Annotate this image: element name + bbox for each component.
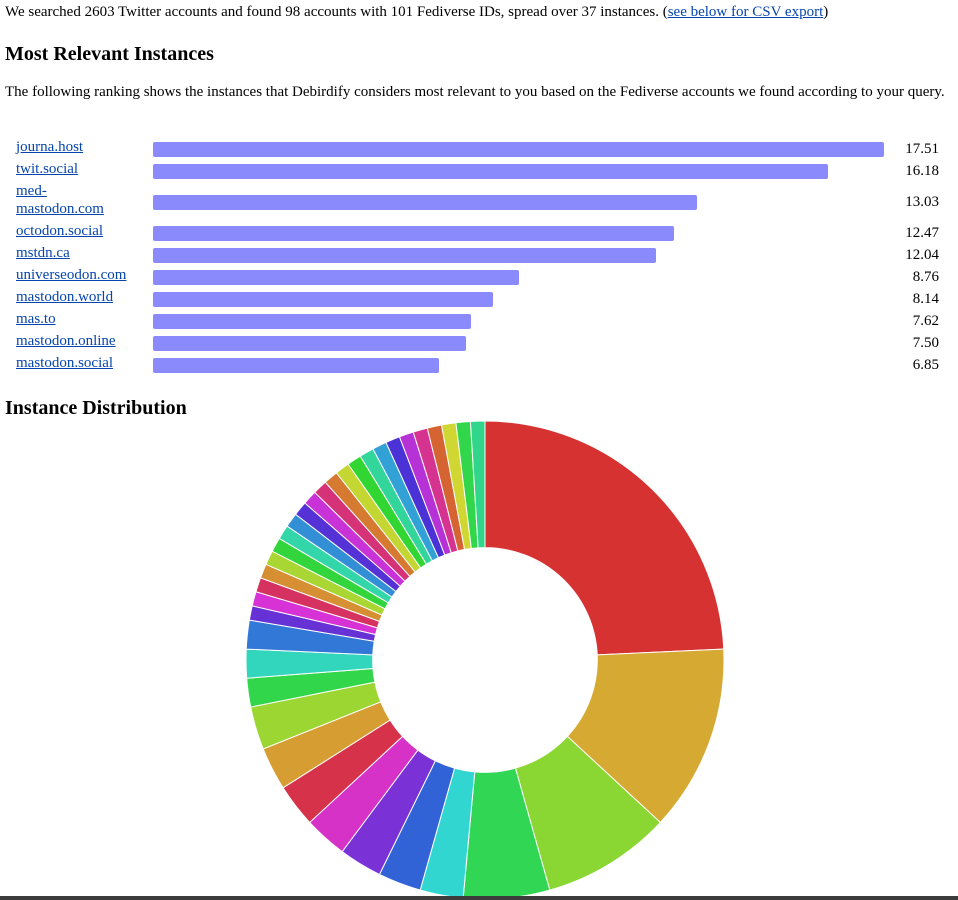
relevance-value: 12.47 [905,225,939,241]
donut-slice[interactable] [484,420,725,656]
relevance-bar [153,357,439,373]
relevance-value: 17.51 [905,141,939,157]
instance-link[interactable]: med-mastodon.com [16,182,146,218]
instance-distribution-heading: Instance Distribution [5,397,187,419]
relevance-bar [153,269,519,285]
instance-link[interactable]: journa.host [16,138,146,156]
relevance-bar [153,313,472,329]
relevance-value: 8.14 [912,291,939,307]
instance-link[interactable]: mas.to [16,310,146,328]
relevance-value: 7.62 [912,313,939,329]
relevance-value: 7.50 [912,335,939,351]
relevance-bar [153,291,493,307]
instance-link[interactable]: mstdn.ca [16,244,146,262]
ranking-description: The following ranking shows the instance… [5,84,945,100]
instance-link[interactable]: mastodon.online [16,332,146,350]
instance-link[interactable]: universeodon.com [16,266,146,284]
instance-link[interactable]: mastodon.world [16,288,146,306]
bottom-scrollbar-strip [0,896,958,900]
relevance-value: 13.03 [905,194,939,210]
instance-link[interactable]: mastodon.social [16,354,146,372]
relevance-bar [153,335,467,351]
instance-link[interactable]: octodon.social [16,222,146,240]
relevance-bar [153,141,884,157]
search-summary: We searched 2603 Twitter accounts and fo… [5,3,828,21]
csv-export-link[interactable]: see below for CSV export [668,4,824,20]
relevance-bar [153,163,829,179]
relevance-value: 8.76 [912,269,939,285]
instance-link[interactable]: twit.social [16,160,146,178]
relevance-bar [153,225,674,241]
relevance-value: 16.18 [905,163,939,179]
instance-distribution-donut [245,420,725,896]
relevance-value: 12.04 [905,247,939,263]
relevance-bar [153,194,697,210]
search-summary-text: We searched 2603 Twitter accounts and fo… [5,4,668,20]
search-summary-tail: ) [823,4,829,20]
relevance-value: 6.85 [912,357,939,373]
most-relevant-heading: Most Relevant Instances [5,43,214,65]
relevance-bar [153,247,656,263]
